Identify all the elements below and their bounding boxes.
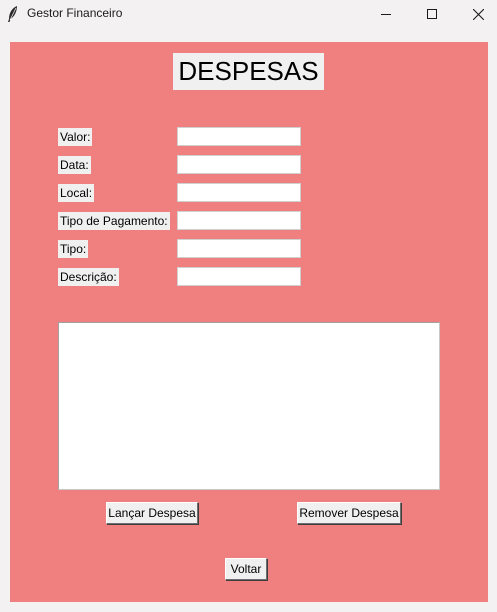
- data-label: Data:: [58, 156, 91, 174]
- description-input[interactable]: [177, 267, 301, 286]
- maximize-icon: [427, 9, 437, 19]
- valor-label: Valor:: [58, 128, 93, 146]
- description-label: Descrição:: [58, 268, 119, 286]
- minimize-button[interactable]: [363, 0, 409, 28]
- local-label: Local:: [58, 184, 95, 202]
- add-expense-button[interactable]: Lançar Despesa: [106, 502, 198, 524]
- local-input[interactable]: [177, 183, 301, 202]
- back-button[interactable]: Voltar: [225, 558, 267, 580]
- page-title: DESPESAS: [173, 53, 324, 90]
- valor-input[interactable]: [177, 127, 301, 146]
- close-button[interactable]: [455, 0, 497, 28]
- payment-type-input[interactable]: [177, 211, 301, 230]
- tipo-input[interactable]: [177, 239, 301, 258]
- maximize-button[interactable]: [409, 0, 455, 28]
- feather-icon: [8, 6, 17, 22]
- remove-expense-button[interactable]: Remover Despesa: [297, 502, 401, 524]
- tipo-label: Tipo:: [58, 240, 89, 258]
- window-title: Gestor Financeiro: [27, 6, 123, 20]
- expenses-list[interactable]: [58, 322, 440, 490]
- title-bar: Gestor Financeiro: [0, 0, 497, 28]
- close-icon: [472, 8, 484, 20]
- payment-type-label: Tipo de Pagamento:: [58, 212, 170, 230]
- data-input[interactable]: [177, 155, 301, 174]
- minimize-icon: [381, 14, 391, 15]
